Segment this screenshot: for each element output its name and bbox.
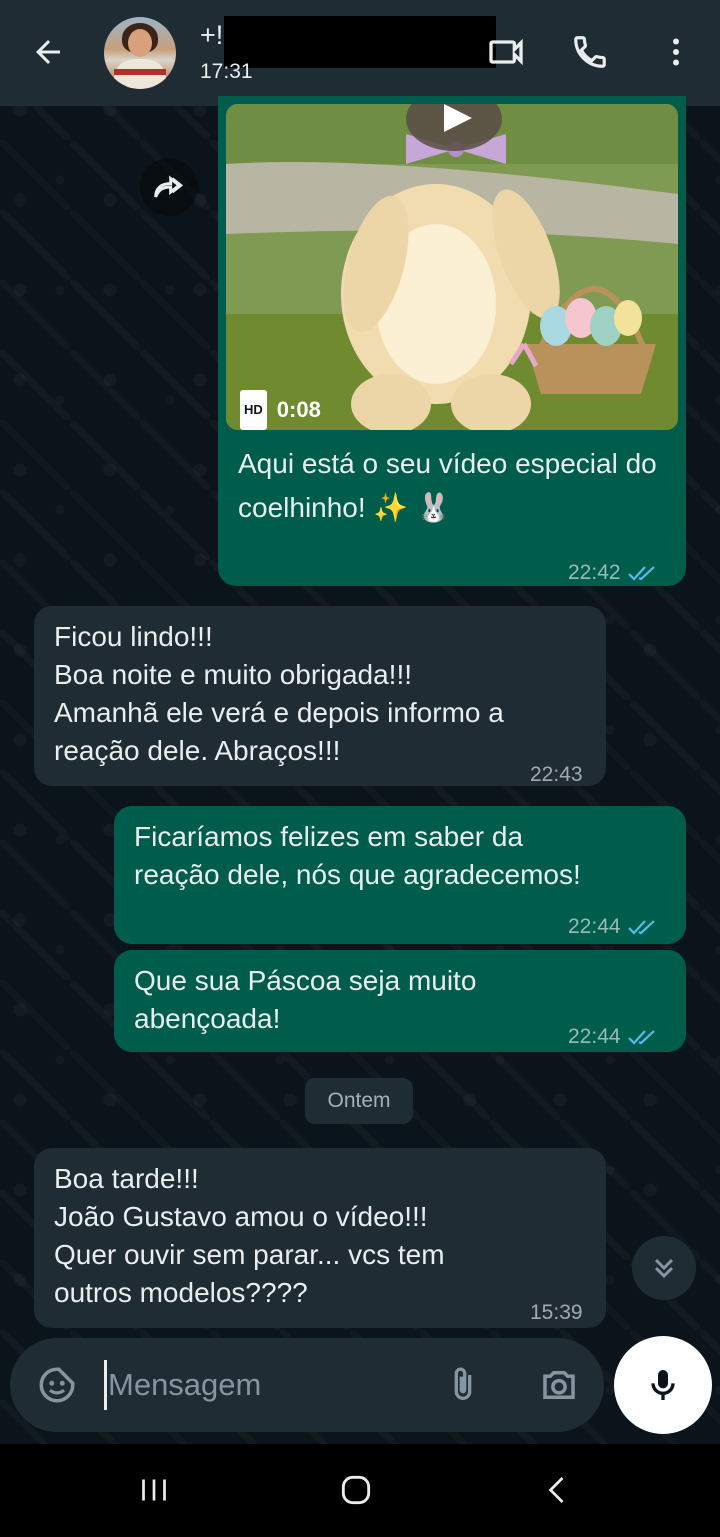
message-outgoing[interactable]: Que sua Páscoa seja muito abençoada! 22:… [114,950,686,1052]
text-cursor [104,1360,107,1410]
chevron-left-icon [548,1477,564,1503]
date-separator: Ontem [305,1078,413,1124]
microphone-icon [651,1370,675,1400]
forward-button[interactable] [140,158,198,216]
message-incoming[interactable]: Ficou lindo!!! Boa noite e muito obrigad… [34,606,606,786]
message-time-text: 22:44 [568,1025,621,1048]
forward-icon [154,175,184,198]
read-ticks-icon [627,1030,655,1045]
camera-icon [543,1371,575,1399]
phone-icon [574,36,606,68]
message-line: reação dele, nós que agradecemos! [134,859,581,890]
message-outgoing[interactable]: Ficaríamos felizes em saber da reação de… [114,806,686,944]
easter-bunny-image [226,104,678,430]
system-back-button[interactable] [528,1466,588,1514]
redaction-box [224,16,496,68]
message-time-text: 22:44 [568,915,621,938]
back-button[interactable] [26,28,70,76]
message-input[interactable] [108,1360,428,1410]
chat-header: +! 17:31 [0,0,720,106]
arrow-left-icon [36,40,60,64]
video-camera-icon [489,38,523,66]
more-vertical-icon [673,38,679,66]
contact-avatar[interactable] [104,17,176,89]
home-icon [341,1475,371,1505]
message-time-text: 15:39 [530,1301,583,1324]
paperclip-icon [454,1367,472,1400]
home-button[interactable] [326,1466,386,1514]
read-ticks-icon [627,920,655,935]
video-caption: Aqui está o seu vídeo especial do coelhi… [238,448,657,523]
video-thumbnail[interactable]: HD 0:08 [226,104,678,430]
video-duration: 0:08 [276,397,321,422]
camera-button[interactable] [532,1362,586,1408]
system-navigation-bar [0,1444,720,1537]
video-duration-badge: HD 0:08 [240,390,321,430]
message-line: reação dele. Abraços!!! [54,735,341,766]
message-timestamp: 15:39 [530,1294,583,1332]
message-line: Que sua Páscoa seja muito [134,965,477,996]
hd-label: HD [240,390,267,430]
message-composer [10,1338,604,1432]
read-ticks-icon [627,566,655,581]
recent-apps-button[interactable] [124,1466,184,1514]
message-incoming[interactable]: Boa tarde!!! João Gustavo amou o vídeo!!… [34,1148,606,1328]
voice-call-button[interactable] [566,28,614,76]
more-options-button[interactable] [652,28,700,76]
attach-button[interactable] [440,1362,486,1408]
message-line: Amanhã ele verá e depois informo a [54,697,504,728]
message-line: Boa tarde!!! [54,1163,199,1194]
message-line: Quer ouvir sem parar... vcs tem [54,1239,445,1270]
message-line: outros modelos???? [54,1277,308,1308]
sticker-button[interactable] [34,1362,80,1408]
voice-message-button[interactable] [614,1336,712,1434]
message-line: Ficaríamos felizes em saber da [134,821,524,852]
message-timestamp: 22:44 [568,1018,659,1056]
video-call-button[interactable] [482,28,530,76]
message-video-outgoing[interactable]: HD 0:08 Aqui está o seu vídeo especial d… [218,96,686,586]
last-seen-status: 17:31 [200,60,253,83]
message-line: Boa noite e muito obrigada!!! [54,659,413,690]
contact-name[interactable]: +! [200,20,223,51]
scroll-to-bottom-button[interactable] [632,1236,696,1300]
message-timestamp: 22:44 [568,908,659,946]
message-timestamp: 22:42 [568,554,659,592]
recent-apps-icon [142,1479,166,1501]
sticker-icon [39,1367,75,1403]
double-chevron-down-icon [654,1258,674,1279]
message-line: Ficou lindo!!! [54,621,213,652]
message-time-text: 22:43 [530,763,583,786]
message-timestamp: 22:43 [530,756,583,794]
message-time-text: 22:42 [568,561,621,584]
message-line: João Gustavo amou o vídeo!!! [54,1201,428,1232]
